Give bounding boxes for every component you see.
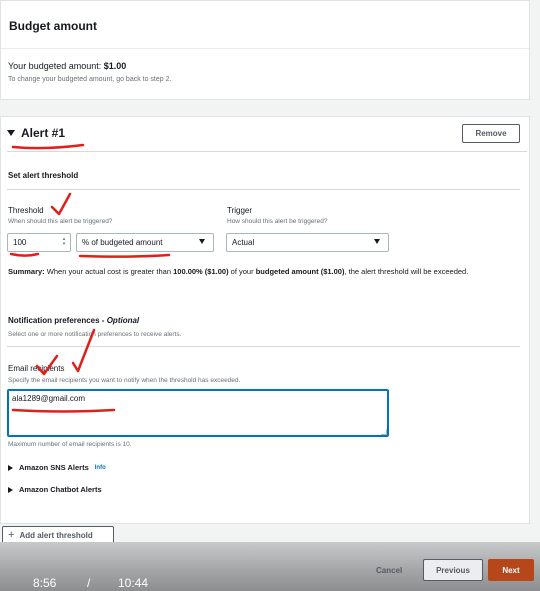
threshold-section-title: Set alert threshold <box>8 171 79 180</box>
budget-change-note: To change your budgeted amount, go back … <box>8 76 172 83</box>
video-current-time: 8:56 <box>33 576 57 590</box>
summary-percent: 100.00% ($1.00) <box>173 267 229 276</box>
summary-text-3: , the alert threshold will be exceeded. <box>344 267 469 276</box>
divider <box>7 189 520 190</box>
threshold-input[interactable]: 100 ▴ ▾ <box>7 233 71 252</box>
summary-budget-ref: budgeted amount ($1.00) <box>255 267 345 276</box>
plus-icon: + <box>8 529 15 541</box>
chevron-down-icon <box>199 239 205 244</box>
divider <box>7 151 527 152</box>
threshold-unit-select[interactable]: % of budgeted amount <box>76 233 214 252</box>
budgeted-amount-value: $1.00 <box>103 61 127 71</box>
budget-amount-panel: Budget amount <box>0 0 530 100</box>
chatbot-alerts-expander[interactable]: Amazon Chatbot Alerts <box>8 485 102 494</box>
caret-right-icon <box>8 464 13 471</box>
email-recipients-label: Email recipients <box>8 364 65 373</box>
info-link[interactable]: Info <box>95 465 106 471</box>
notification-title-text: Notification preferences - <box>8 316 105 325</box>
trigger-select[interactable]: Actual <box>226 233 389 252</box>
threshold-desc: When should this alert be triggered? <box>8 218 113 225</box>
threshold-unit-value: % of budgeted amount <box>82 238 163 247</box>
sns-alerts-label: Amazon SNS Alerts <box>19 463 89 472</box>
caret-right-icon <box>8 486 13 493</box>
threshold-label: Threshold <box>8 206 44 215</box>
trigger-value: Actual <box>232 238 255 247</box>
remove-button[interactable]: Remove <box>462 124 520 143</box>
alert-title-text: Alert #1 <box>21 126 66 140</box>
email-max-note: Maximum number of email recipients is 10… <box>8 441 132 448</box>
caret-down-icon <box>7 130 15 136</box>
trigger-desc: How should this alert be triggered? <box>227 218 328 225</box>
next-button[interactable]: Next <box>488 559 534 581</box>
trigger-label: Trigger <box>227 206 253 215</box>
notification-desc: Select one or more notification preferen… <box>8 331 182 338</box>
threshold-value: 100 <box>13 238 27 247</box>
summary-text-2: of your <box>230 267 254 276</box>
resize-handle-icon[interactable] <box>381 429 387 435</box>
chevron-down-icon <box>374 239 380 244</box>
stepper-icon[interactable]: ▴ ▾ <box>61 237 67 247</box>
budgeted-amount-label: Your budgeted amount: <box>8 61 102 71</box>
video-time-separator: / <box>87 576 91 590</box>
video-total-time: 10:44 <box>118 576 149 590</box>
summary-label: Summary: <box>8 267 45 276</box>
alert-summary: Summary: When your actual cost is greate… <box>8 265 518 279</box>
notification-preferences-title: Notification preferences - Optional <box>8 316 139 325</box>
email-recipients-desc: Specify the email recipients you want to… <box>8 377 241 384</box>
divider <box>7 346 520 347</box>
chatbot-alerts-label: Amazon Chatbot Alerts <box>19 485 102 494</box>
summary-text-1: When your actual cost is greater than <box>46 267 172 276</box>
add-alert-threshold-label: Add alert threshold <box>19 530 93 540</box>
budgeted-amount-line: Your budgeted amount: $1.00 <box>8 61 126 71</box>
previous-button[interactable]: Previous <box>423 559 483 581</box>
optional-label: Optional <box>106 316 140 325</box>
alert-title[interactable]: Alert #1 <box>7 126 65 140</box>
email-value: ala1289@gmail.com <box>12 394 86 403</box>
email-recipients-textarea[interactable]: ala1289@gmail.com <box>7 389 389 437</box>
cancel-button[interactable]: Cancel <box>376 566 402 575</box>
sns-alerts-expander[interactable]: Amazon SNS Alerts Info <box>8 463 106 472</box>
budget-amount-header: Budget amount <box>1 1 529 49</box>
